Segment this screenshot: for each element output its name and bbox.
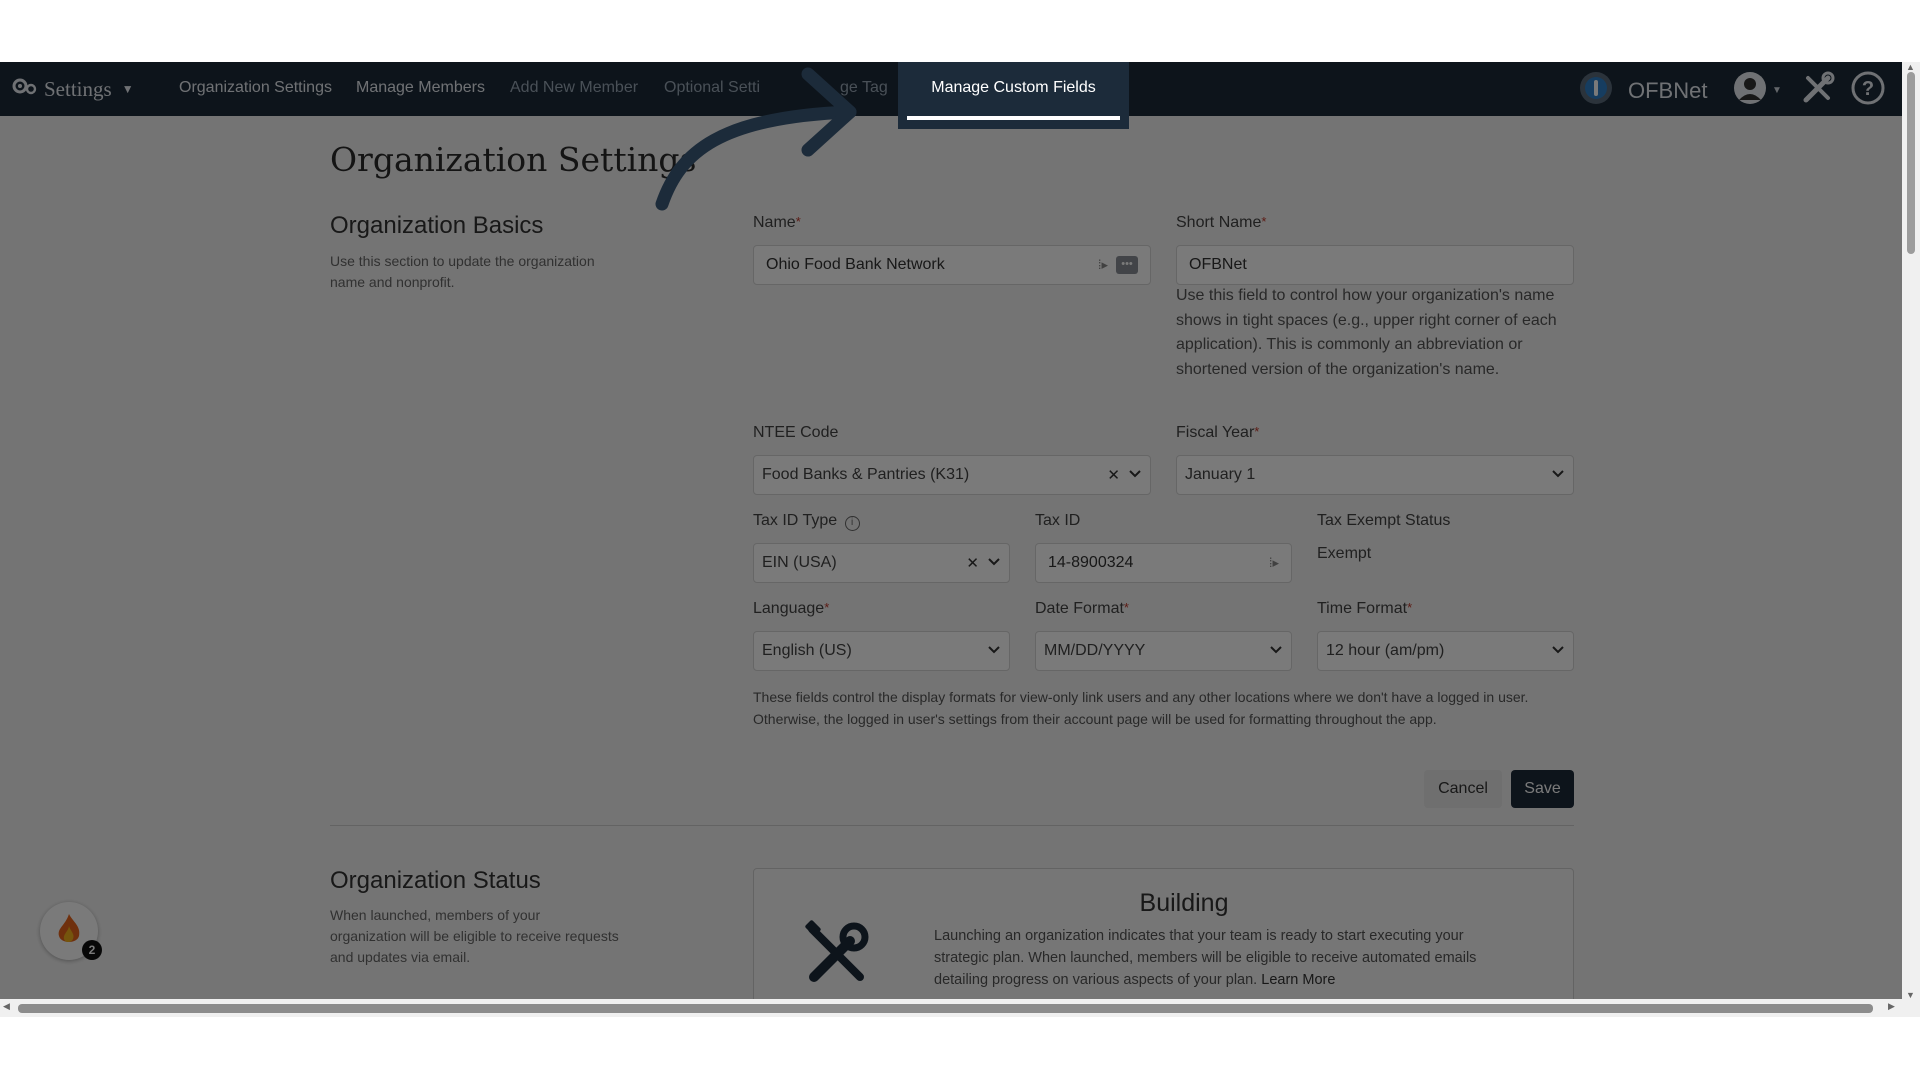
horizontal-scrollbar[interactable]: ◀ ▶ — [0, 999, 1902, 1017]
tax-exempt-label: Tax Exempt Status — [1317, 512, 1451, 529]
tutorial-arrow-icon — [655, 67, 857, 211]
nav-manage-members[interactable]: Manage Members — [356, 79, 485, 97]
scroll-down-icon[interactable]: ▼ — [1906, 990, 1915, 1000]
format-note: These fields control the display formats… — [753, 689, 1529, 727]
tax-id-type-label: Tax ID Type i — [753, 512, 860, 531]
cancel-button[interactable]: Cancel — [1424, 770, 1502, 808]
status-card-desc: Launching an organization indicates that… — [934, 928, 1477, 988]
date-format-label: Date Format* — [1035, 600, 1129, 617]
notification-count-badge: 2 — [82, 940, 102, 960]
caret-down-icon: ▼ — [121, 81, 134, 96]
password-manager-icon: ⁞▸ — [1097, 257, 1108, 272]
language-value: English (US) — [762, 642, 852, 659]
nav-manage-custom-fields-label: Manage Custom Fields — [931, 79, 1096, 96]
chevron-down-icon — [1128, 466, 1142, 484]
tools-button[interactable] — [1800, 70, 1836, 111]
tax-id-type-value: EIN (USA) — [762, 554, 837, 571]
status-card-title: Building — [1139, 889, 1229, 917]
section-title-basics: Organization Basics — [330, 212, 544, 239]
scroll-left-icon[interactable]: ◀ — [3, 1001, 10, 1012]
status-card: Building Launching an organization indic… — [753, 868, 1574, 1017]
time-format-value: 12 hour (am/pm) — [1326, 642, 1445, 659]
section-desc-status: When launched, members of your organizat… — [330, 907, 619, 965]
ntee-select[interactable]: Food Banks & Pantries (K31) ✕ — [753, 455, 1151, 495]
short-name-input[interactable]: OFBNet — [1176, 245, 1574, 285]
app-frame: Settings ▼ Organization Settings Manage … — [0, 62, 1920, 1017]
nav-manage-custom-fields[interactable]: Manage Custom Fields — [898, 62, 1129, 129]
ntee-label: NTEE Code — [753, 424, 839, 441]
short-name-help: Use this field to control how your organ… — [1176, 287, 1557, 378]
language-select[interactable]: English (US) — [753, 631, 1010, 671]
chevron-down-icon — [1269, 642, 1283, 660]
settings-label: Settings — [44, 76, 112, 101]
section-desc-basics: Use this section to update the organizat… — [330, 253, 595, 290]
org-switcher[interactable]: OFBNet — [1578, 70, 1707, 111]
language-label: Language* — [753, 600, 830, 617]
save-button[interactable]: Save — [1511, 770, 1574, 808]
tax-id-input[interactable]: 14-8900324 ⁞▸ — [1035, 543, 1292, 583]
wrench-screwdriver-icon — [1800, 70, 1836, 111]
nav-add-new-member[interactable]: Add New Member — [510, 79, 638, 97]
notification-widget[interactable]: 2 — [40, 902, 102, 960]
gears-icon — [12, 76, 38, 102]
chevron-down-icon — [1551, 466, 1565, 484]
wrench-screwdriver-icon — [802, 919, 872, 994]
tax-id-value: 14-8900324 — [1048, 554, 1134, 571]
time-format-label: Time Format* — [1317, 600, 1413, 617]
help-icon: ? — [1850, 70, 1886, 111]
horizontal-scroll-thumb[interactable] — [18, 1004, 1873, 1013]
chevron-down-icon — [987, 554, 1001, 572]
scroll-right-icon[interactable]: ▶ — [1888, 1001, 1895, 1012]
password-manager-icon: ⁞▸ — [1268, 555, 1279, 570]
time-format-select[interactable]: 12 hour (am/pm) — [1317, 631, 1574, 671]
fiscal-year-value: January 1 — [1185, 466, 1256, 483]
fiscal-year-select[interactable]: January 1 — [1176, 455, 1574, 495]
scroll-up-icon[interactable]: ▲ — [1906, 62, 1915, 72]
ntee-value: Food Banks & Pantries (K31) — [762, 466, 970, 483]
tax-id-label: Tax ID — [1035, 512, 1081, 529]
chevron-down-icon — [987, 642, 1001, 660]
vertical-scroll-thumb[interactable] — [1907, 72, 1915, 254]
date-format-value: MM/DD/YYYY — [1044, 642, 1146, 659]
tax-id-type-select[interactable]: EIN (USA) ✕ — [753, 543, 1010, 583]
settings-menu[interactable]: Settings ▼ — [12, 76, 134, 102]
short-name-value: OFBNet — [1189, 256, 1247, 273]
tax-exempt-value: Exempt — [1317, 545, 1372, 562]
name-input[interactable]: Ohio Food Bank Network ⁞▸ ••• — [753, 245, 1151, 285]
chevron-down-icon — [1551, 642, 1565, 660]
name-value: Ohio Food Bank Network — [766, 256, 945, 273]
section-divider — [330, 825, 1574, 826]
short-name-label: Short Name* — [1176, 214, 1267, 231]
clear-icon[interactable]: ✕ — [1107, 466, 1120, 484]
learn-more-link[interactable]: Learn More — [1261, 972, 1335, 988]
more-dots-icon[interactable]: ••• — [1116, 256, 1138, 274]
flame-icon — [53, 912, 85, 951]
clear-icon[interactable]: ✕ — [966, 554, 979, 572]
info-icon[interactable]: i — [844, 516, 860, 531]
vertical-scrollbar[interactable]: ▲ ▼ — [1902, 62, 1920, 1017]
caret-down-icon: ▼ — [1772, 85, 1782, 96]
date-format-select[interactable]: MM/DD/YYYY — [1035, 631, 1292, 671]
org-logo-icon — [1578, 70, 1614, 111]
svg-text:?: ? — [1862, 78, 1874, 100]
org-short-name: OFBNet — [1628, 77, 1708, 103]
section-title-status: Organization Status — [330, 867, 541, 894]
user-avatar-icon — [1732, 70, 1768, 111]
help-button[interactable]: ? — [1850, 70, 1886, 111]
fiscal-year-label: Fiscal Year* — [1176, 424, 1260, 441]
nav-organization-settings[interactable]: Organization Settings — [179, 79, 332, 97]
user-menu[interactable]: ▼ — [1732, 70, 1782, 111]
